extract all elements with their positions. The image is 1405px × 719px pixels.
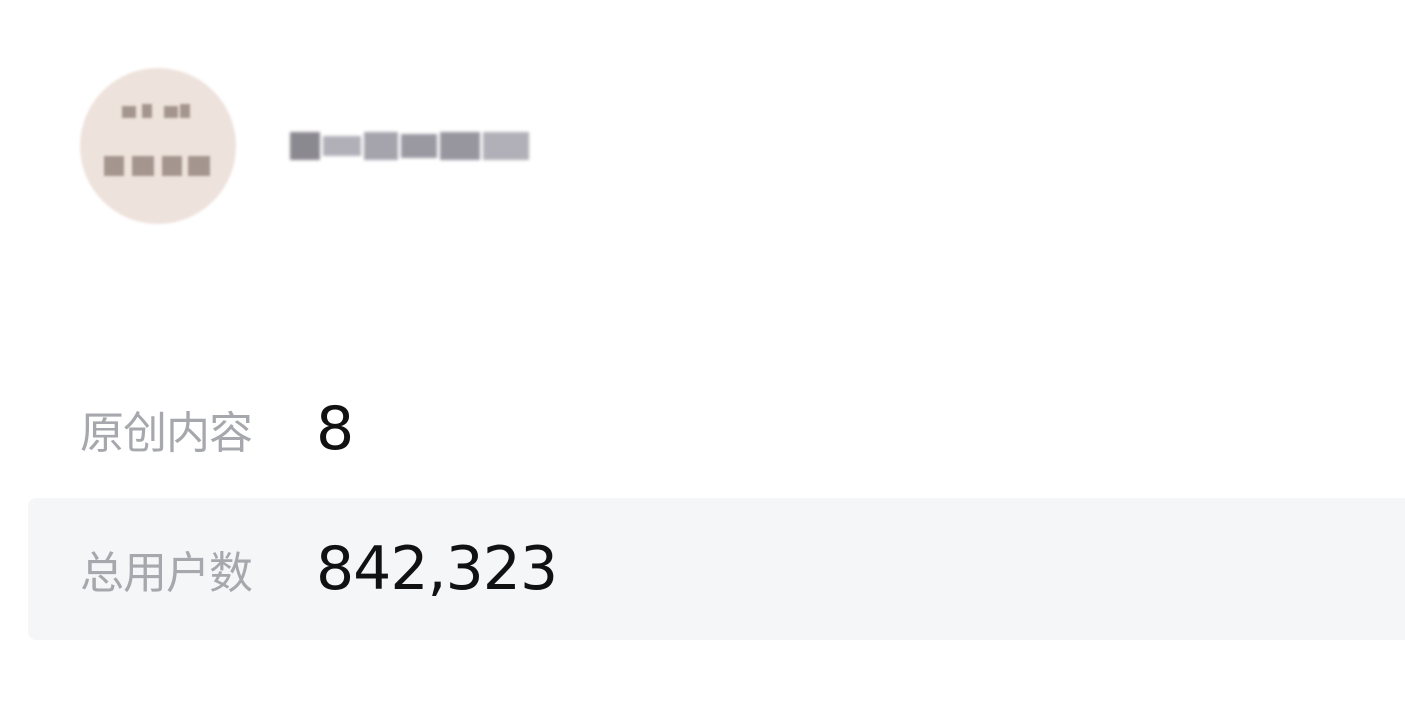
account-header [80, 68, 532, 224]
stat-row-total-users: 总用户数 842,323 [28, 498, 1405, 640]
stat-label: 总用户数 [80, 548, 253, 599]
account-stats-page: 原创内容 8 总用户数 842,323 [0, 0, 1405, 719]
stat-value: 842,323 [316, 534, 558, 604]
account-name[interactable] [290, 121, 532, 171]
stat-row-original-content: 原创内容 8 [28, 358, 1405, 500]
avatar[interactable] [80, 68, 236, 224]
stat-label: 原创内容 [80, 408, 253, 459]
stat-value: 8 [316, 394, 354, 464]
